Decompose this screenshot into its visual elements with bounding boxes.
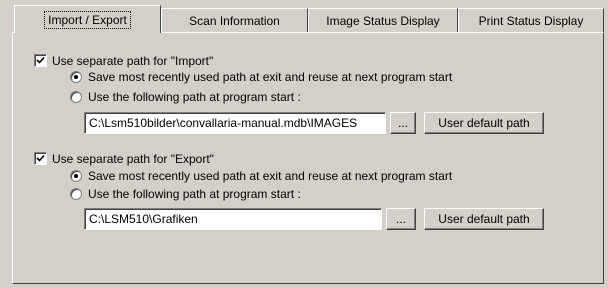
radio-selected-dot bbox=[74, 174, 78, 178]
import-path-field[interactable]: C:\Lsm510bilder\convallaria-manual.mdb\I… bbox=[84, 112, 386, 134]
export-radio-following[interactable] bbox=[70, 188, 82, 200]
tab-image-status-display[interactable]: Image Status Display bbox=[308, 8, 458, 32]
tab-scan-information[interactable]: Scan Information bbox=[161, 8, 308, 32]
import-user-default-path-button[interactable]: User default path bbox=[424, 112, 544, 134]
import-radio-recent[interactable] bbox=[70, 71, 82, 83]
radio-selected-dot bbox=[74, 75, 78, 79]
import-separate-path-label: Use separate path for "Import" bbox=[52, 54, 214, 68]
tab-import-export[interactable]: Import / Export bbox=[14, 5, 161, 33]
tab-label: Print Status Display bbox=[478, 13, 584, 28]
import-separate-path-checkbox[interactable] bbox=[34, 54, 47, 67]
checkmark-icon bbox=[36, 56, 45, 64]
checkmark-icon bbox=[36, 154, 45, 162]
import-option-recent-label: Save most recently used path at exit and… bbox=[88, 70, 453, 84]
export-separate-path-checkbox[interactable] bbox=[34, 152, 47, 165]
export-option-recent-label: Save most recently used path at exit and… bbox=[88, 169, 453, 183]
tab-label: Import / Export bbox=[44, 10, 131, 29]
export-separate-path-label: Use separate path for "Export" bbox=[52, 152, 214, 166]
export-path-field[interactable]: C:\LSM510\Grafiken bbox=[84, 208, 382, 230]
tab-label: Scan Information bbox=[189, 13, 280, 28]
export-browse-button[interactable]: ... bbox=[386, 208, 416, 230]
export-radio-recent[interactable] bbox=[70, 170, 82, 182]
import-browse-button[interactable]: ... bbox=[390, 112, 416, 134]
import-option-following-label: Use the following path at program start … bbox=[88, 90, 301, 104]
tab-label: Image Status Display bbox=[326, 13, 440, 28]
export-user-default-path-button[interactable]: User default path bbox=[424, 208, 544, 230]
tab-print-status-display[interactable]: Print Status Display bbox=[458, 8, 604, 32]
import-radio-following[interactable] bbox=[70, 91, 82, 103]
export-option-following-label: Use the following path at program start … bbox=[88, 187, 301, 201]
